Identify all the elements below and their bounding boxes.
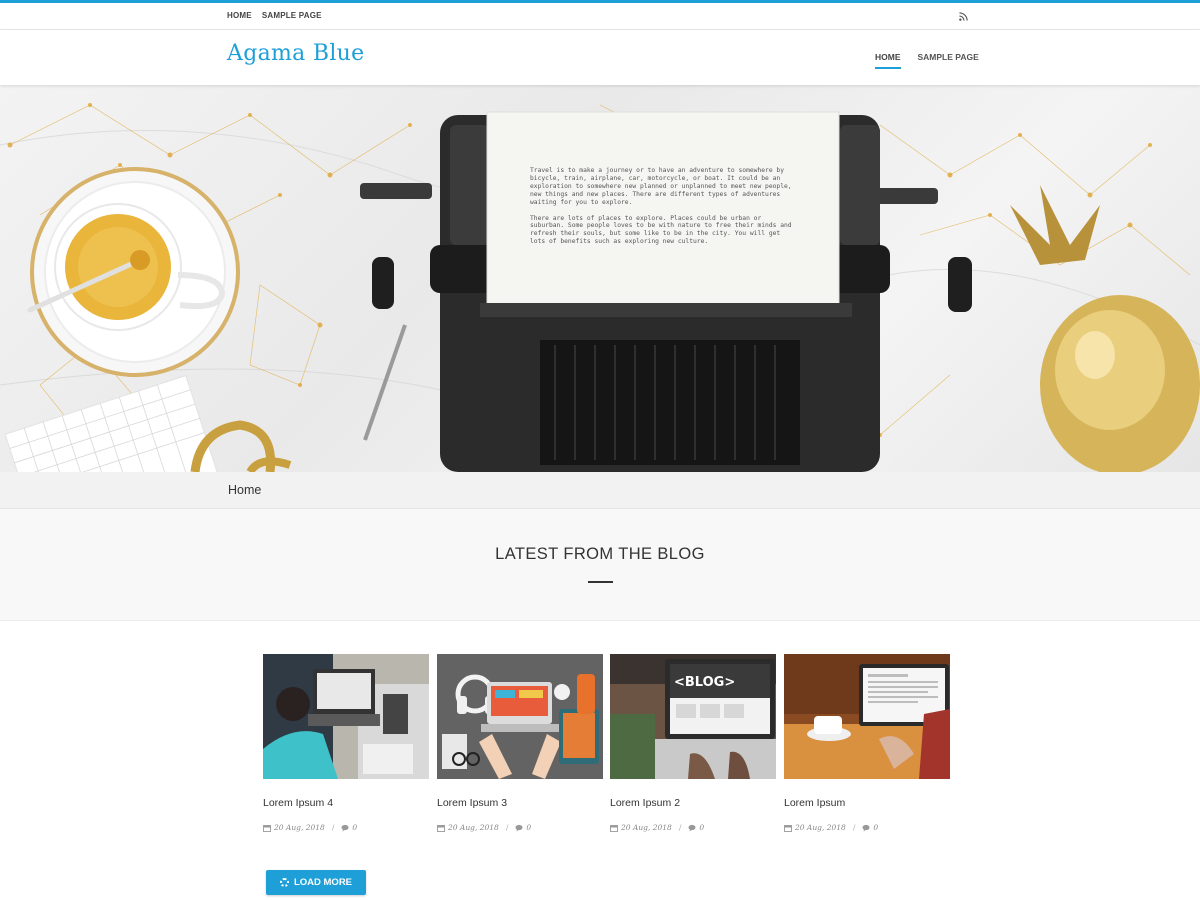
meta-separator: / — [331, 823, 335, 832]
top-nav-sample-page[interactable]: SAMPLE PAGE — [262, 11, 322, 20]
post-card: Lorem Ipsum 3 20 Aug, 2018 / 0 — [437, 654, 603, 832]
post-thumbnail[interactable]: <BLOG> — [610, 654, 776, 779]
hero-illustration — [0, 103, 1200, 472]
post-thumbnail[interactable] — [784, 654, 950, 779]
comments-icon — [688, 824, 696, 831]
post-card: Lorem Ipsum 4 20 Aug, 2018 / 0 — [263, 654, 429, 832]
blog-posts-grid: Lorem Ipsum 4 20 Aug, 2018 / 0 Lorem Ips… — [263, 654, 953, 844]
post-title[interactable]: Lorem Ipsum 3 — [437, 797, 507, 809]
main-nav-sample-page[interactable]: SAMPLE PAGE — [918, 52, 979, 69]
breadcrumb: Home — [0, 472, 1200, 509]
post-title[interactable]: Lorem Ipsum 4 — [263, 797, 333, 809]
site-title[interactable]: Agama Blue — [227, 41, 364, 66]
post-comment-count[interactable]: 0 — [873, 823, 878, 832]
post-meta: 20 Aug, 2018 / 0 — [610, 823, 704, 832]
load-more-button[interactable]: LOAD MORE — [266, 870, 366, 895]
section-title: LATEST FROM THE BLOG — [495, 545, 705, 563]
comments-icon — [862, 824, 870, 831]
svg-text:<BLOG>: <BLOG> — [674, 675, 735, 690]
post-comment-count[interactable]: 0 — [352, 823, 357, 832]
meta-separator: / — [852, 823, 856, 832]
post-card: <BLOG> Lorem Ipsum 2 20 Aug, 2018 / 0 — [610, 654, 776, 832]
post-date: 20 Aug, 2018 — [795, 823, 846, 832]
hero-image: Travel is to make a journey or to have a… — [0, 85, 1200, 472]
top-bar: HOME SAMPLE PAGE — [0, 0, 1200, 30]
post-thumbnail[interactable] — [437, 654, 603, 779]
comments-icon — [341, 824, 349, 831]
comments-icon — [515, 824, 523, 831]
meta-separator: / — [678, 823, 682, 832]
post-comment-count[interactable]: 0 — [526, 823, 531, 832]
top-nav-home[interactable]: HOME — [227, 11, 252, 20]
post-date: 20 Aug, 2018 — [448, 823, 499, 832]
post-date: 20 Aug, 2018 — [621, 823, 672, 832]
top-nav: HOME SAMPLE PAGE — [227, 11, 322, 20]
calendar-icon — [437, 824, 445, 832]
main-nav: HOME SAMPLE PAGE — [875, 52, 979, 69]
typewriter-paper-text: Travel is to make a journey or to have a… — [530, 167, 798, 254]
title-divider — [588, 581, 613, 583]
site-header: Agama Blue HOME SAMPLE PAGE — [0, 30, 1200, 85]
post-title[interactable]: Lorem Ipsum — [784, 797, 845, 809]
main-nav-home[interactable]: HOME — [875, 52, 901, 69]
meta-separator: / — [505, 823, 509, 832]
post-title[interactable]: Lorem Ipsum 2 — [610, 797, 680, 809]
paper-paragraph-2: There are lots of places to explore. Pla… — [530, 214, 792, 246]
load-more-label: LOAD MORE — [293, 877, 353, 888]
post-thumbnail[interactable] — [263, 654, 429, 779]
paper-paragraph-1: Travel is to make a journey or to have a… — [530, 167, 792, 206]
breadcrumb-home[interactable]: Home — [228, 483, 261, 497]
calendar-icon — [263, 824, 271, 832]
calendar-icon — [610, 824, 618, 832]
post-date: 20 Aug, 2018 — [274, 823, 325, 832]
post-comment-count[interactable]: 0 — [699, 823, 704, 832]
spinner-icon — [279, 878, 289, 887]
calendar-icon — [784, 824, 792, 832]
post-meta: 20 Aug, 2018 / 0 — [263, 823, 357, 832]
rss-icon[interactable] — [959, 12, 968, 21]
blog-section-header: LATEST FROM THE BLOG — [0, 509, 1200, 621]
post-meta: 20 Aug, 2018 / 0 — [784, 823, 878, 832]
post-card: Lorem Ipsum 20 Aug, 2018 / 0 — [784, 654, 950, 832]
post-meta: 20 Aug, 2018 / 0 — [437, 823, 531, 832]
